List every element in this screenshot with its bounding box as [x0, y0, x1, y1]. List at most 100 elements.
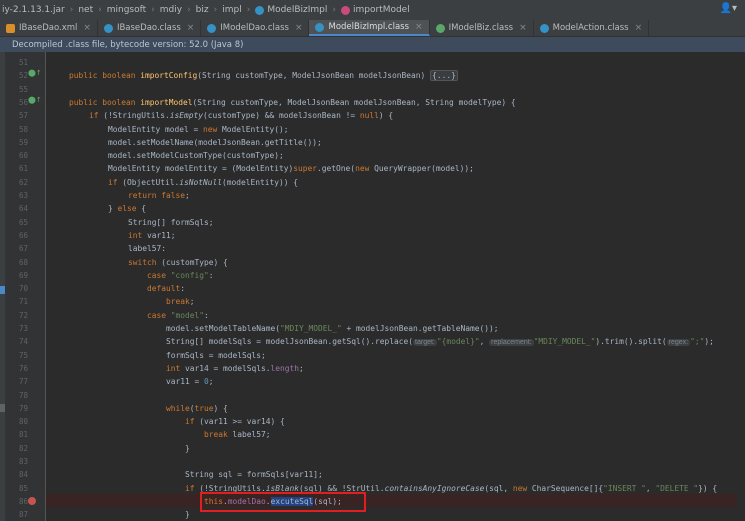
breadcrumb-biz[interactable]: biz [194, 5, 211, 15]
code-token: case [147, 270, 171, 280]
code-token: case [147, 310, 171, 320]
code-line: model.setModelName(modelJsonBean.getTitl… [108, 137, 322, 147]
code-editor[interactable]: public boolean importConfig(String custo… [46, 52, 745, 521]
code-token: String[] modelSqls = modelJsonBean.getSq… [166, 337, 414, 347]
line-number: 67 [18, 244, 28, 254]
code-token: "model" [170, 310, 205, 320]
tab-label: ModelBizImpl.class [328, 22, 410, 32]
code-line: while(true) { [166, 402, 228, 415]
breadcrumb-jar[interactable]: iy-2.1.13.1.jar [0, 5, 67, 15]
separator: › [69, 5, 74, 15]
code-line: break; [166, 295, 195, 308]
line-number: 70 [18, 284, 28, 294]
close-icon[interactable]: × [635, 23, 643, 33]
code-token: length [270, 363, 300, 373]
code-token: : [204, 310, 209, 320]
code-token: .getOne( [317, 164, 356, 174]
tab-ibasedao-class[interactable]: IBaseDao.class × [98, 20, 202, 36]
vertical-scrollbar[interactable] [737, 52, 745, 521]
breadcrumb-class[interactable]: ModelBizImpl [253, 5, 329, 15]
override-icon[interactable]: ⬤↑ [28, 69, 42, 77]
code-line: if (!StringUtils.isEmpty(customType) && … [89, 109, 393, 122]
parameter-hint: regex: [666, 339, 691, 347]
line-number: 80 [18, 417, 28, 427]
folded-code[interactable]: {...} [430, 70, 458, 82]
code-line: if (var11 >= var14) { [185, 415, 285, 428]
line-number: 64 [18, 204, 28, 214]
code-line: case "config": [147, 269, 214, 282]
code-line: } [185, 443, 190, 453]
code-line: default: [147, 282, 185, 295]
breadcrumb-label: ModelBizImpl [267, 5, 328, 15]
close-icon[interactable]: × [83, 23, 91, 33]
code-token: if [108, 177, 123, 187]
code-token: + modelJsonBean.getTableName()); [346, 324, 499, 333]
code-token: containsAnyIgnoreCase [384, 483, 485, 493]
code-token: "DELETE " [655, 483, 699, 493]
tab-modelbizimpl-class[interactable]: ModelBizImpl.class × [309, 20, 430, 36]
breadcrumb-net[interactable]: net [76, 5, 95, 15]
parameter-hint: target: [413, 339, 437, 347]
code-token: break [204, 430, 233, 440]
code-line: } [185, 510, 190, 520]
separator: › [332, 5, 336, 15]
code-token: , [645, 483, 656, 493]
code-line: model.setModelTableName("MDIY_MODEL_" + … [166, 322, 499, 335]
code-token: ; [299, 363, 304, 373]
line-number: 79 [18, 403, 28, 413]
breadcrumb-mdiy[interactable]: mdiy [158, 5, 184, 15]
breadcrumb-label: mingsoft [106, 5, 147, 15]
code-token: "MDIY_MODEL_" [280, 324, 347, 333]
method-icon [340, 5, 350, 15]
code-token: (modelEntity)) { [222, 177, 299, 187]
code-token: super [293, 164, 318, 174]
line-number: 87 [18, 510, 28, 520]
close-icon[interactable]: × [295, 23, 303, 33]
code-token: null [359, 111, 379, 121]
code-line: String[] formSqls; [128, 217, 214, 227]
class-file-icon [315, 22, 325, 32]
tab-imodeldao-class[interactable]: IModelDao.class × [201, 20, 310, 36]
code-token: ; [185, 191, 190, 200]
code-line: String sql = formSqls[var11]; [185, 470, 323, 480]
code-line: String[] modelSqls = modelJsonBean.getSq… [166, 335, 714, 348]
line-number: 60 [18, 151, 28, 161]
breadcrumb-impl[interactable]: impl [220, 5, 243, 15]
xml-file-icon [6, 23, 15, 33]
line-gutter[interactable]: 51 52 ⬤↑ 55 56 ⬤↑ 57 58 59 60 61 62 63 6… [5, 52, 46, 521]
breadcrumb-method[interactable]: importModel [339, 5, 412, 15]
close-icon[interactable]: × [415, 22, 423, 32]
line-number: 75 [18, 350, 28, 360]
user-icon[interactable]: 👤▾ [720, 3, 737, 14]
code-token: : [180, 284, 186, 294]
code-token: model.setModelTableName( [166, 324, 281, 333]
breadcrumb-mingsoft[interactable]: mingsoft [105, 5, 148, 15]
class-icon [255, 5, 265, 15]
code-line: model.setModelCustomType(customType); [108, 151, 284, 161]
code-token: (String customType, ModelJsonBean modelJ… [197, 71, 431, 81]
override-icon[interactable]: ⬤↑ [28, 96, 42, 104]
line-number: 55 [18, 84, 28, 94]
code-line: return false; [128, 189, 190, 202]
breakpoint-icon[interactable] [28, 497, 36, 505]
decompiled-banner: Decompiled .class file, bytecode version… [0, 37, 745, 52]
line-number: 74 [18, 337, 28, 347]
tab-ibasedao-xml[interactable]: IBaseDao.xml × [0, 20, 98, 36]
code-token: (customType) { [161, 257, 228, 267]
code-token: true [194, 403, 214, 413]
close-icon[interactable]: × [187, 23, 195, 33]
line-number: 86 [18, 496, 28, 506]
tab-label: IModelDao.class [220, 23, 289, 33]
tab-imodelbiz-class[interactable]: IModelBiz.class × [430, 20, 534, 36]
tab-modelaction-class[interactable]: ModelAction.class × [534, 20, 650, 36]
close-icon[interactable]: × [519, 23, 527, 33]
banner-text: Decompiled .class file, bytecode version… [12, 39, 244, 50]
code-token: "MDIY_MODEL_" [533, 337, 596, 347]
code-token: int [166, 363, 186, 373]
line-number: 81 [18, 430, 28, 440]
line-number: 65 [18, 217, 28, 227]
code-token: (customType) && modelJsonBean != [203, 111, 360, 121]
class-file-icon [539, 23, 549, 33]
tab-label: ModelAction.class [552, 23, 629, 33]
code-token: "INSERT " [603, 483, 646, 493]
